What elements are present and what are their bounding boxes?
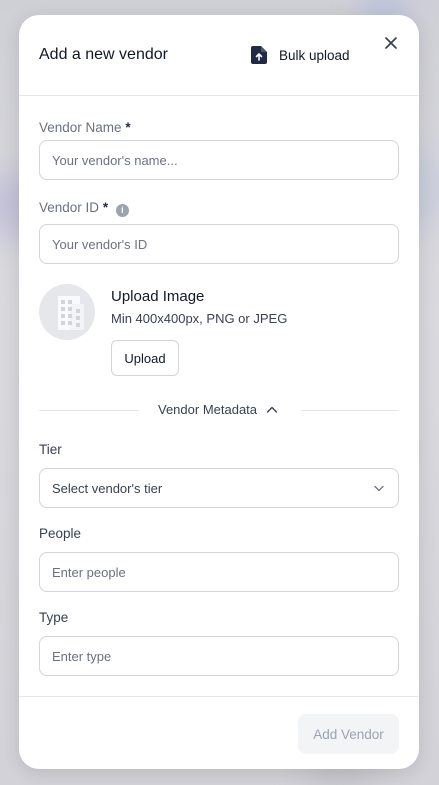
tier-select[interactable]: Select vendor's tier [39,468,399,508]
vendor-id-label: Vendor ID * i [39,200,129,217]
add-vendor-button[interactable]: Add Vendor [298,714,399,754]
tier-select-value: Select vendor's tier [52,480,163,496]
vendor-avatar-placeholder [39,284,95,340]
people-label: People [39,526,82,541]
chevron-up-icon [266,406,278,413]
tier-label: Tier [39,442,62,457]
vendor-name-label: Vendor Name * [39,120,131,135]
chevron-down-icon [374,485,384,492]
required-mark: * [125,120,131,135]
required-mark: * [102,200,109,215]
bulk-upload-label: Bulk upload [279,47,350,63]
file-upload-icon [251,46,267,64]
bulk-upload-button[interactable]: Bulk upload [251,46,350,64]
upload-image-button[interactable]: Upload [111,340,179,376]
people-input[interactable] [39,552,399,592]
modal-header: Add a new vendor Bulk upload [19,15,419,96]
type-input[interactable] [39,636,399,676]
vendor-metadata-label: Vendor Metadata [158,402,258,417]
add-vendor-modal: Add a new vendor Bulk upload Vendor Name… [19,15,419,769]
vendor-name-input[interactable] [39,140,399,180]
info-icon[interactable]: i [115,204,129,217]
upload-image-hint: Min 400x400px, PNG or JPEG [111,311,288,326]
building-icon [58,296,84,330]
modal-footer: Add Vendor [19,696,419,769]
vendor-metadata-toggle[interactable]: Vendor Metadata [156,402,282,417]
vendor-id-input[interactable] [39,224,399,264]
type-label: Type [39,610,69,625]
modal-title: Add a new vendor [39,46,168,63]
upload-image-title: Upload Image [111,288,205,305]
close-icon[interactable] [383,35,399,51]
